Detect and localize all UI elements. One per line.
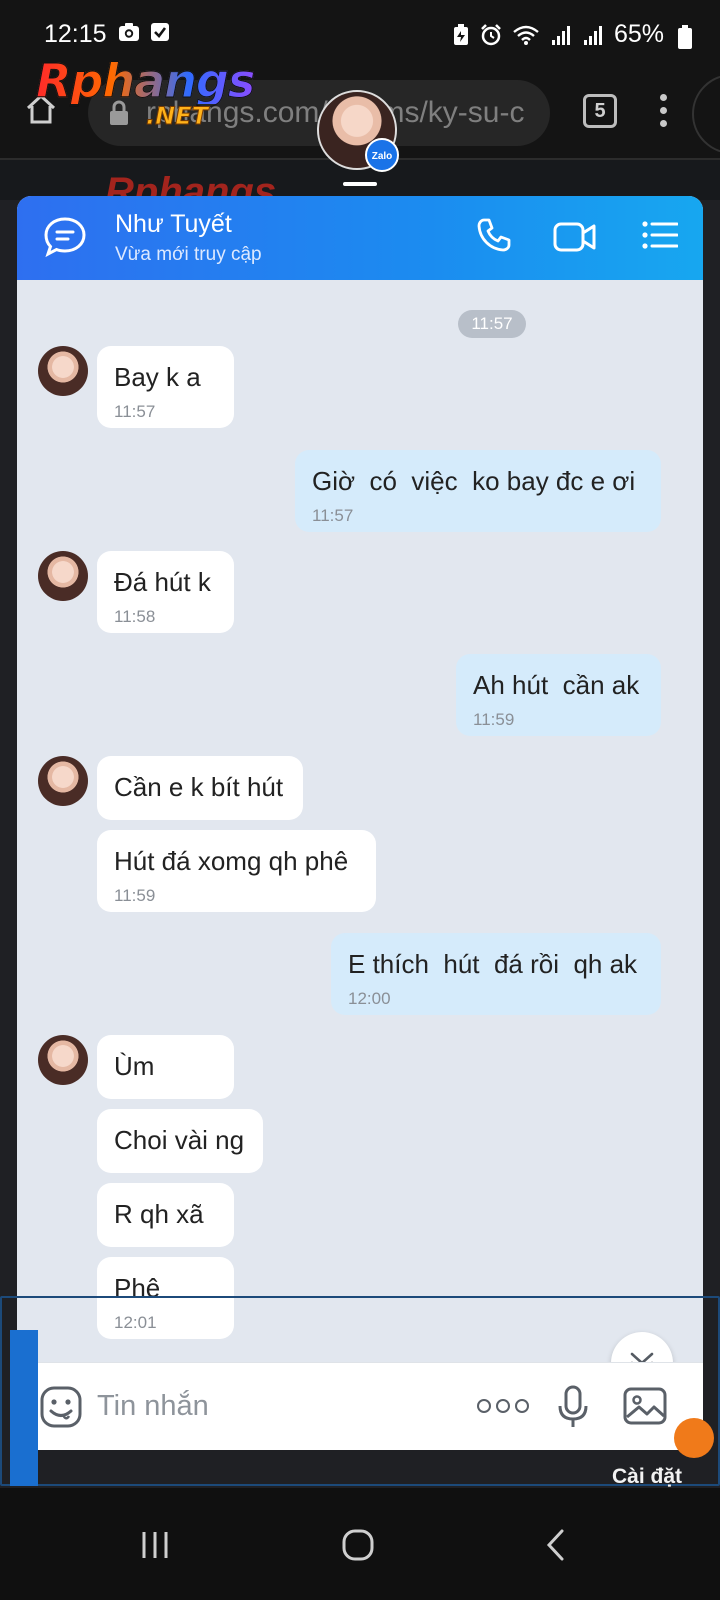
back-icon[interactable] (544, 1528, 568, 1562)
message-time: 11:59 (473, 710, 515, 729)
alarm-icon (481, 23, 501, 45)
more-vert-icon[interactable] (660, 94, 667, 127)
incoming-message[interactable]: Choi vài ng (97, 1109, 263, 1173)
recent-apps-icon[interactable] (140, 1530, 170, 1560)
tabs-icon[interactable]: 5 (583, 94, 617, 128)
avatar[interactable] (38, 756, 88, 806)
incoming-message[interactable]: Đá hút k 11:58 (97, 551, 234, 633)
contact-name: Như Tuyết (115, 210, 232, 238)
avatar[interactable] (38, 551, 88, 601)
contact-status: Vừa mới truy cập (115, 244, 262, 265)
message-text: R qh xã (114, 1199, 204, 1229)
check-icon (151, 23, 169, 41)
battery-icon (678, 25, 692, 49)
message-text: Đá hút k (114, 567, 211, 597)
message-text: Choi vài ng (114, 1125, 245, 1155)
edge-panel-handle[interactable] (692, 74, 720, 154)
video-icon[interactable] (553, 220, 597, 254)
message-text: Hút đá xomg qh phê (114, 846, 349, 876)
background-panel-accent (10, 1330, 38, 1486)
outgoing-message[interactable]: E thích hút đá rồi qh ak 12:00 (331, 933, 661, 1015)
nav-home-icon[interactable] (341, 1528, 375, 1562)
message-list[interactable]: 11:57 Bay k a 11:57 Giờ có việc ko bay đ… (17, 280, 703, 1394)
status-right: 65% (452, 20, 664, 49)
screen: 12:15 65% rphangs.com/forums/ky-su-c 5 R… (0, 0, 720, 1600)
chathead-indicator (343, 182, 377, 186)
battery-saver-icon (453, 23, 468, 45)
signal-icon (583, 25, 602, 45)
outgoing-message[interactable]: Ah hút cần ak 11:59 (456, 654, 661, 736)
chat-bubble-icon[interactable] (43, 216, 87, 258)
incoming-message[interactable]: Cần e k bít hút (97, 756, 303, 820)
camera-icon (119, 23, 139, 41)
phone-icon[interactable] (475, 216, 513, 254)
message-time: 11:59 (114, 886, 156, 905)
incoming-message[interactable]: Hút đá xomg qh phê 11:59 (97, 830, 376, 912)
message-time: 11:57 (114, 402, 156, 421)
message-text: Ah hút cần ak (473, 670, 640, 700)
incoming-message[interactable]: Ùm (97, 1035, 234, 1099)
background-panel (0, 1296, 720, 1486)
wifi-icon (513, 25, 539, 45)
avatar[interactable] (38, 346, 88, 396)
signal-icon (551, 25, 570, 45)
chat-header: Như Tuyết Vừa mới truy cập (17, 196, 703, 280)
message-time: 11:57 (312, 506, 354, 525)
list-icon[interactable] (642, 220, 678, 250)
battery-percent: 65% (613, 20, 664, 48)
chat-window: Như Tuyết Vừa mới truy cập 11:57 Bay k a… (17, 196, 703, 1450)
message-text: Cần e k bít hút (114, 772, 284, 802)
navigation-bar (0, 1488, 720, 1600)
watermark-logo: Rphangs (35, 54, 255, 108)
incoming-message[interactable]: R qh xã (97, 1183, 234, 1247)
message-text: Ùm (114, 1051, 155, 1081)
status-left-icons (118, 22, 170, 42)
message-time: 11:58 (114, 607, 156, 626)
message-text: Bay k a (114, 362, 201, 392)
message-time: 12:00 (348, 989, 391, 1008)
watermark-suffix: .NET (146, 102, 209, 131)
zalo-badge: Zalo (365, 138, 399, 172)
message-text: Giờ có việc ko bay đc e ơi (312, 466, 636, 496)
watermark: Rphangs .NET (35, 54, 255, 131)
status-time: 12:15 (44, 20, 107, 48)
time-divider: 11:57 (458, 310, 526, 338)
outgoing-message[interactable]: Giờ có việc ko bay đc e ơi 11:57 (295, 450, 661, 532)
incoming-message[interactable]: Bay k a 11:57 (97, 346, 234, 428)
settings-link[interactable]: Cài đặt (612, 1465, 682, 1489)
avatar[interactable] (38, 1035, 88, 1085)
message-text: E thích hút đá rồi qh ak (348, 949, 638, 979)
